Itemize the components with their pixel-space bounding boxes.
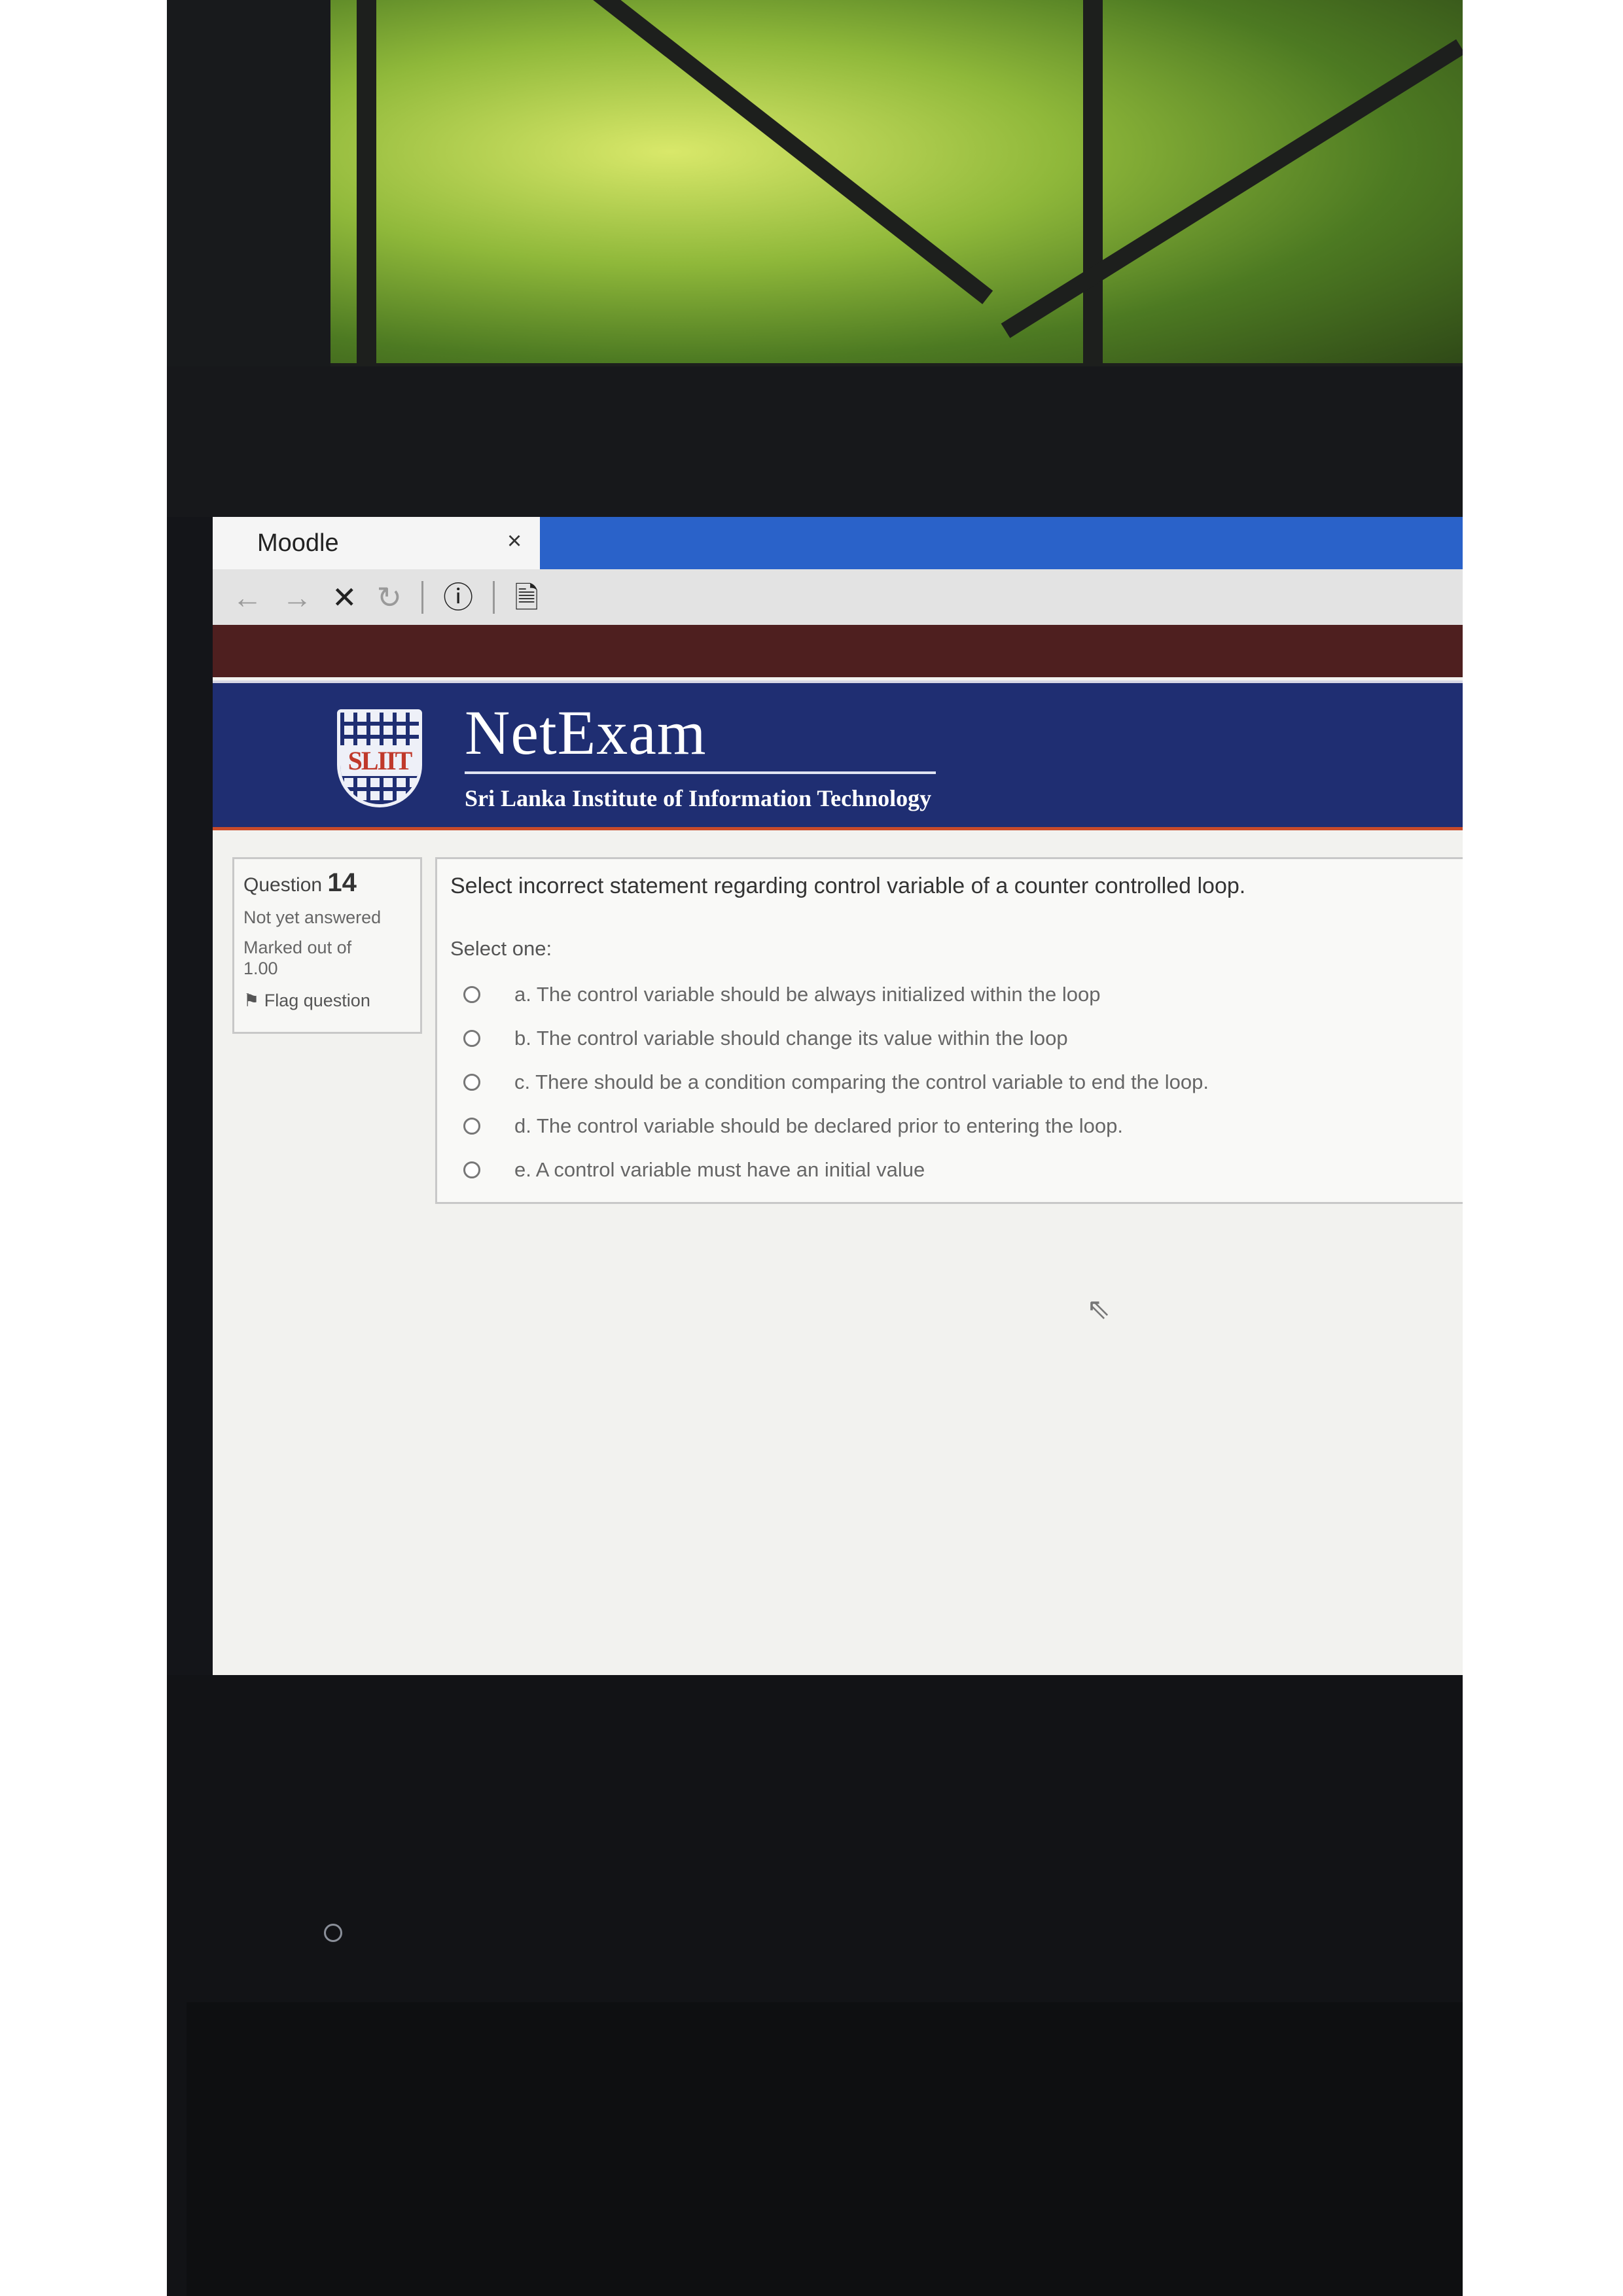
answer-status: Not yet answered xyxy=(243,908,382,927)
radio-button[interactable] xyxy=(463,1161,480,1178)
sliit-logo: SLIIT xyxy=(337,709,422,807)
question-number: 14 xyxy=(327,868,357,897)
site-top-bar xyxy=(213,625,1463,677)
answer-option-c[interactable]: c. There should be a condition comparing… xyxy=(450,1060,1450,1104)
answer-option-d[interactable]: d. The control variable should be declar… xyxy=(450,1104,1450,1148)
radio-button[interactable] xyxy=(463,1117,480,1135)
answer-option-b[interactable]: b. The control variable should change it… xyxy=(450,1016,1450,1060)
info-icon[interactable]: ⓘ xyxy=(443,582,473,612)
forward-arrow-icon[interactable]: → xyxy=(282,582,312,612)
flag-icon: ⚑ xyxy=(243,990,260,1010)
question-content: Select incorrect statement regarding con… xyxy=(435,857,1463,1204)
mouse-cursor-icon: ⇖ xyxy=(1086,1293,1111,1325)
marked-label: Marked out of xyxy=(243,938,352,958)
window-view-foliage xyxy=(330,0,1463,393)
reload-icon[interactable]: ↻ xyxy=(377,582,402,612)
stop-icon[interactable]: ✕ xyxy=(332,582,357,612)
select-one-prompt: Select one: xyxy=(450,937,552,960)
back-arrow-icon[interactable]: ← xyxy=(232,582,262,612)
flag-question-label: Flag question xyxy=(264,990,370,1010)
page-icon[interactable]: 🗎 xyxy=(514,582,539,612)
toolbar-divider xyxy=(421,580,424,614)
laptop-bezel xyxy=(167,366,1463,517)
browser-toolbar: ← → ✕ ↻ ⓘ 🗎 xyxy=(213,569,1463,625)
title-rule xyxy=(465,771,936,774)
option-label: e. A control variable must have an initi… xyxy=(514,1157,925,1181)
toolbar-divider xyxy=(493,580,495,614)
option-label: b. The control variable should change it… xyxy=(514,1026,1068,1050)
photo-frame: Moodle × ← → ✕ ↻ ⓘ 🗎 SLIIT NetExam Sri L… xyxy=(167,0,1463,2296)
marked-value: 1.00 xyxy=(243,958,278,978)
site-banner: SLIIT NetExam Sri Lanka Institute of Inf… xyxy=(213,680,1463,830)
option-label: d. The control variable should be declar… xyxy=(514,1114,1124,1137)
browser-tab[interactable]: Moodle × xyxy=(213,517,540,569)
question-label: Question xyxy=(243,874,323,896)
question-number-line: Question 14 xyxy=(243,868,411,898)
option-label: c. There should be a condition comparing… xyxy=(514,1070,1209,1093)
radio-button[interactable] xyxy=(463,1073,480,1091)
option-label: a. The control variable should be always… xyxy=(514,982,1101,1006)
site-subtitle: Sri Lanka Institute of Information Techn… xyxy=(465,785,932,811)
answer-options: a. The control variable should be always… xyxy=(450,972,1450,1192)
answer-option-a[interactable]: a. The control variable should be always… xyxy=(450,972,1450,1016)
logo-text: SLIIT xyxy=(340,745,419,776)
tab-close-icon[interactable]: × xyxy=(507,527,522,556)
question-info-panel: Question 14 Not yet answered Marked out … xyxy=(232,857,422,1034)
flag-question-link[interactable]: ⚑ Flag question xyxy=(243,991,411,1011)
laptop-screen: Moodle × ← → ✕ ↻ ⓘ 🗎 SLIIT NetExam Sri L… xyxy=(213,517,1463,1675)
radio-button[interactable] xyxy=(463,985,480,1003)
window-frame-left xyxy=(167,0,330,380)
answer-option-e[interactable]: e. A control variable must have an initi… xyxy=(450,1148,1450,1192)
radio-button[interactable] xyxy=(463,1029,480,1047)
site-title: NetExam xyxy=(465,698,707,768)
tab-title: Moodle xyxy=(257,529,339,557)
browser-tabstrip: Moodle × xyxy=(213,517,1463,569)
question-text: Select incorrect statement regarding con… xyxy=(450,874,1246,898)
laptop-keyboard xyxy=(187,2002,1463,2296)
power-indicator-icon xyxy=(324,1924,342,1942)
